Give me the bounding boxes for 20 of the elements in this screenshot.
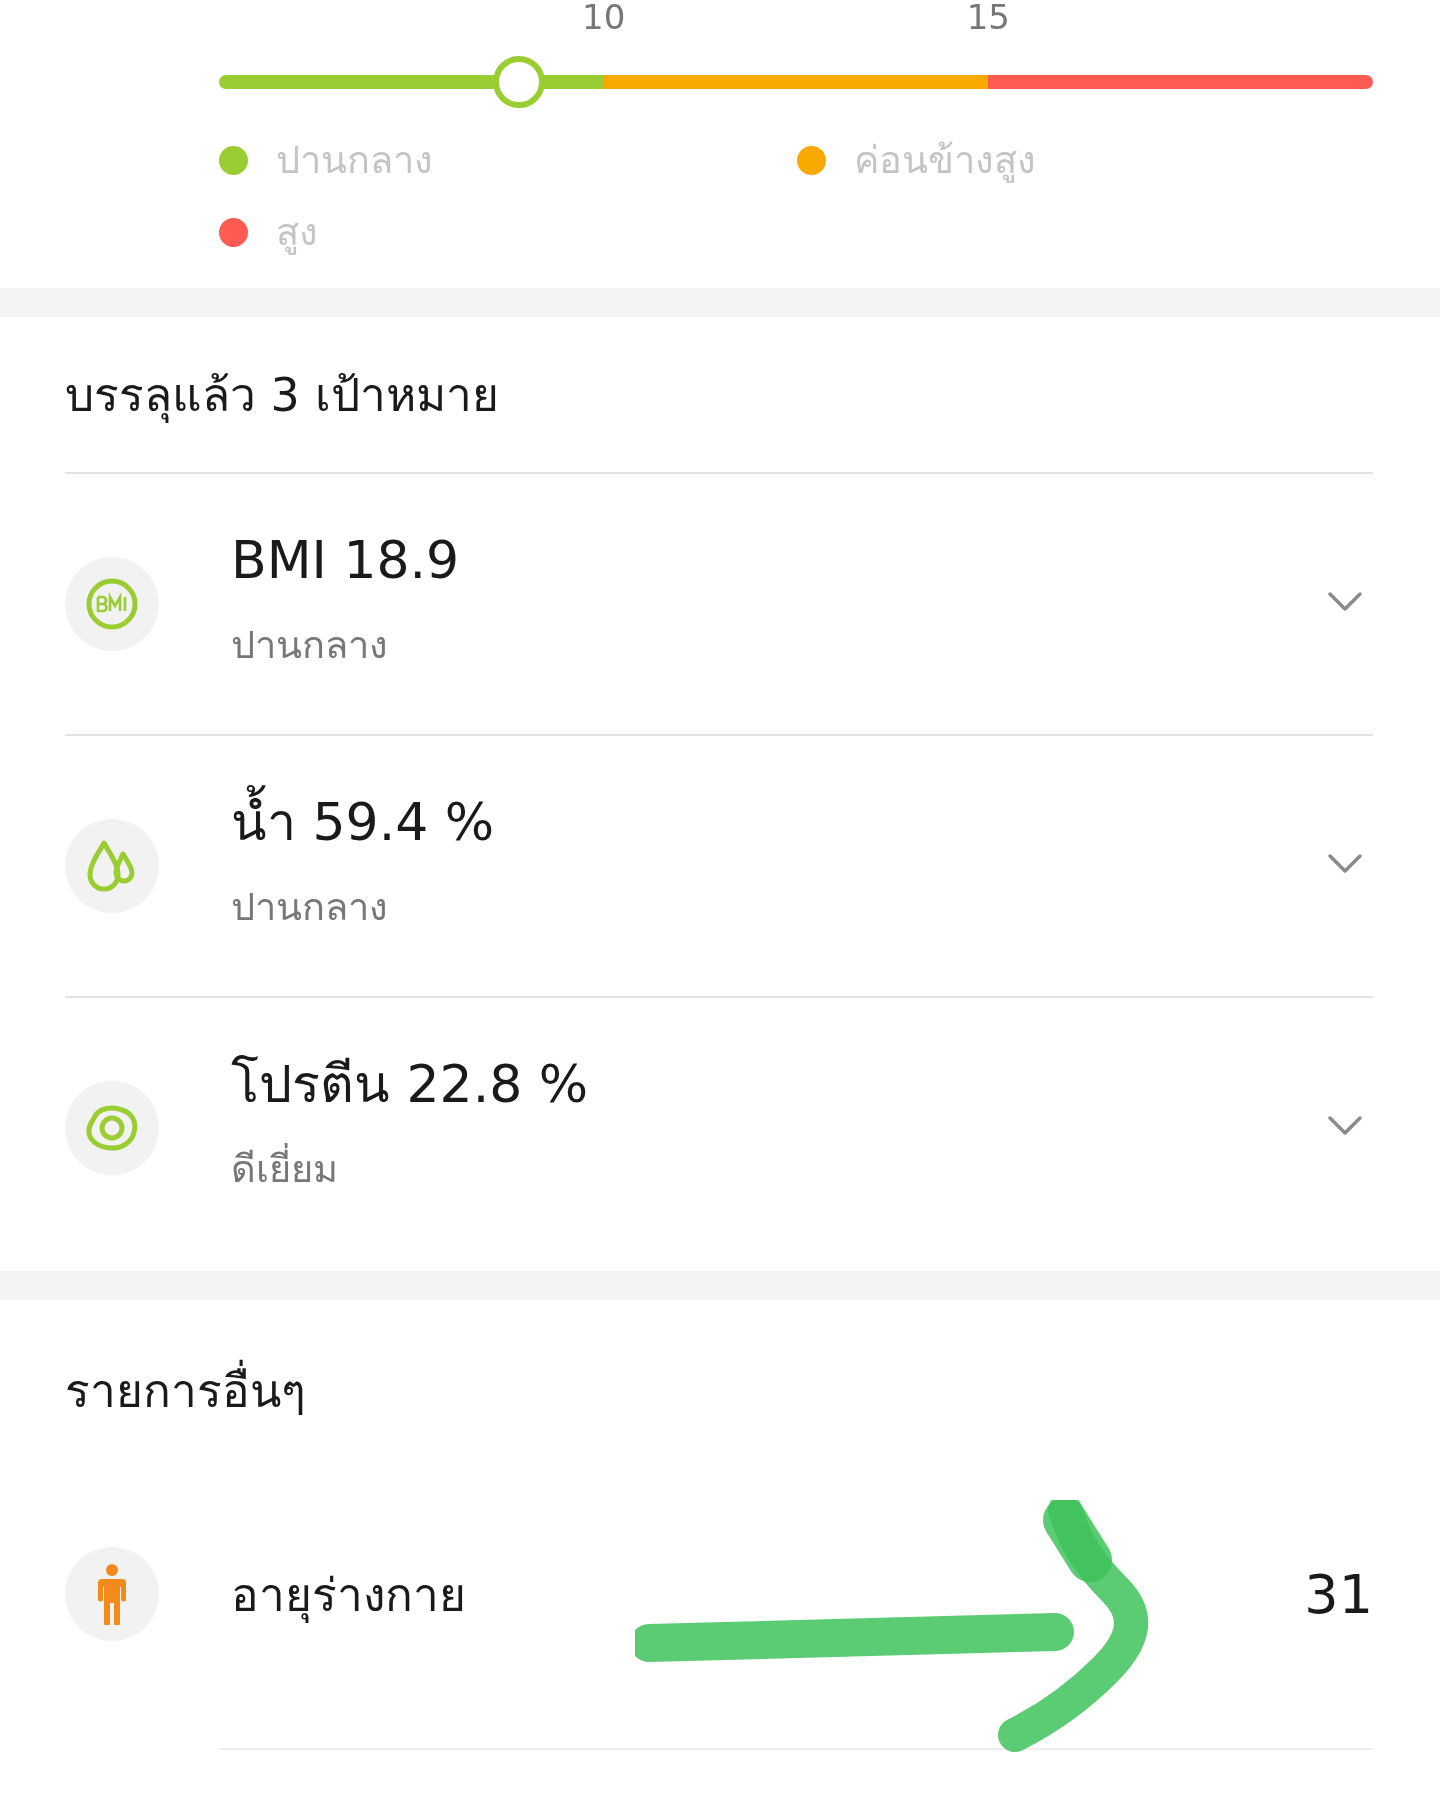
scale-tick: 15	[966, 0, 1010, 34]
metric-value: โปรตีน 22.8 %	[231, 1053, 590, 1116]
item-label: อายุร่างกาย	[231, 1566, 467, 1625]
item-value: 31	[1304, 1562, 1373, 1626]
bmi-icon	[85, 577, 139, 631]
legend-label: ค่อนข้างสูง	[854, 137, 1036, 185]
chevron-down-icon[interactable]	[1327, 591, 1363, 613]
legend-label: ปานกลาง	[276, 137, 433, 184]
legend-label: สูง	[276, 209, 318, 257]
metric-value: BMI 18.9	[231, 529, 461, 592]
scale-tick: 10	[582, 0, 626, 34]
metric-status: ปานกลาง	[231, 622, 389, 669]
section-title: บรรลุแล้ว 3 เป้าหมาย	[65, 367, 500, 425]
chevron-down-icon[interactable]	[1327, 853, 1363, 875]
metric-value: น้ำ 59.4 %	[231, 780, 1327, 864]
chevron-down-icon[interactable]	[1327, 1115, 1363, 1137]
metric-status: ดีเยี่ยม	[231, 1144, 1327, 1194]
level-slider[interactable]	[219, 56, 1373, 108]
section-title: รายการอื่นๆ	[65, 1300, 1373, 1480]
metric-status: ปานกลาง	[231, 884, 389, 931]
